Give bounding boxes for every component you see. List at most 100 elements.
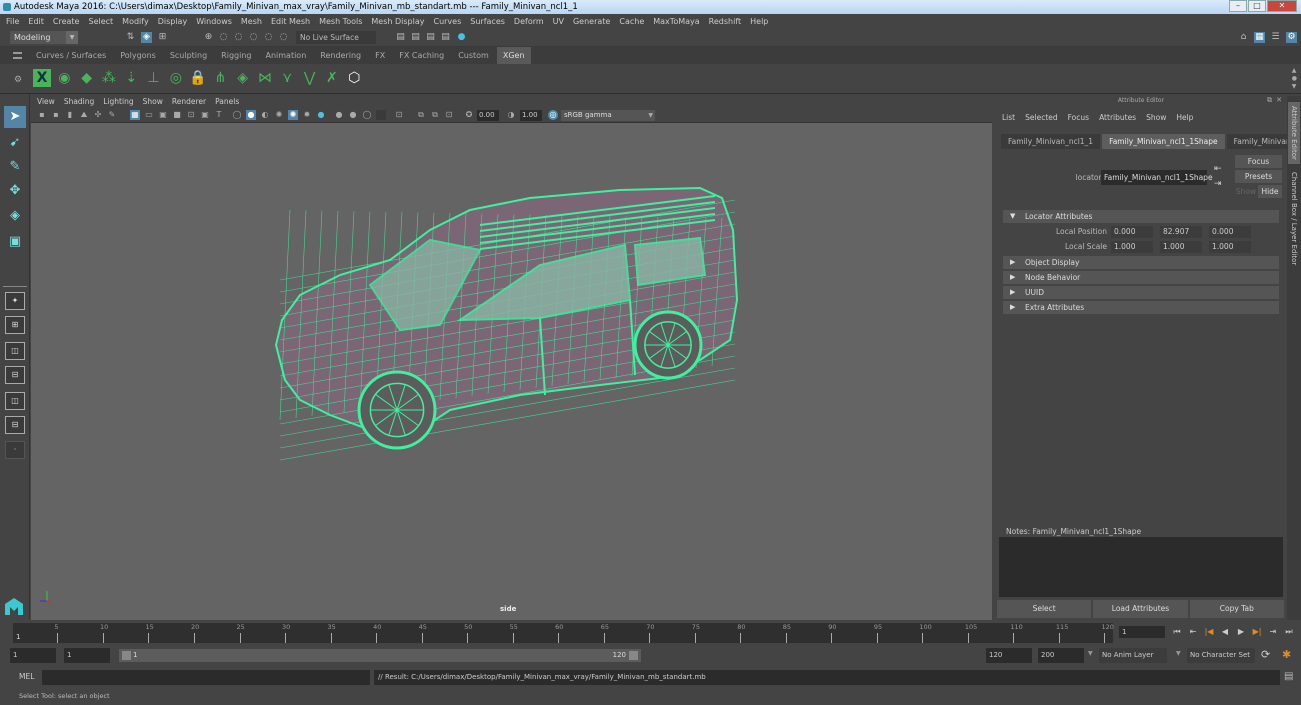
range-start-handle[interactable] <box>122 651 131 660</box>
panel-menu-lighting[interactable]: Lighting <box>103 96 133 108</box>
section-object-display[interactable]: ▶ Object Display <box>1003 256 1279 269</box>
shelf-tab-fx-caching[interactable]: FX Caching <box>393 47 450 64</box>
gamma-field[interactable]: 1.00 <box>520 110 542 121</box>
script-editor-icon[interactable]: ▤ <box>1284 671 1293 682</box>
select-by-hierarchy-icon[interactable]: ⇅ <box>125 32 136 43</box>
use-default-material-icon[interactable]: ◐ <box>260 110 270 120</box>
menu-modify[interactable]: Modify <box>122 14 149 29</box>
use-all-lights-icon[interactable]: ✹ <box>302 110 312 120</box>
toggle-modeling-toolkit-icon[interactable]: ▦ <box>1254 32 1265 43</box>
menu-file[interactable]: File <box>6 14 19 29</box>
maximize-button[interactable]: □ <box>1248 0 1266 12</box>
menu-redshift[interactable]: Redshift <box>709 14 741 29</box>
xgen-hide-icon[interactable]: ◆ <box>78 69 96 87</box>
menu-edit[interactable]: Edit <box>28 14 44 29</box>
motion-blur-icon[interactable]: ● <box>348 110 358 120</box>
scale-tool-icon[interactable]: ▣ <box>4 231 26 253</box>
film-gate-icon[interactable]: ▭ <box>144 110 154 120</box>
field-chart-icon[interactable]: ⊡ <box>186 110 196 120</box>
ae-menu-help[interactable]: Help <box>1176 112 1193 124</box>
toggle-attribute-editor-icon[interactable]: ⚙ <box>1286 32 1297 43</box>
xgen-sculpt-guides-icon[interactable]: ⇣ <box>122 69 140 87</box>
xgen-add-guides-icon[interactable]: ⁂ <box>100 69 118 87</box>
menu-curves[interactable]: Curves <box>433 14 461 29</box>
camera-attributes-icon[interactable]: ▪ <box>51 110 61 120</box>
menu-deform[interactable]: Deform <box>514 14 544 29</box>
play-forwards-button[interactable]: ▶ <box>1235 625 1247 639</box>
section-node-behavior[interactable]: ▶ Node Behavior <box>1003 271 1279 284</box>
xgen-rebuild-icon[interactable]: ⋈ <box>256 69 274 87</box>
depth-of-field-icon[interactable] <box>376 110 386 120</box>
section-extra-attributes[interactable]: ▶ Extra Attributes <box>1003 301 1279 314</box>
node-name-field[interactable]: Family_Minivan_ncl1_1Shape <box>1101 170 1213 185</box>
go-to-output-icon[interactable]: ⇥ <box>1214 179 1222 189</box>
menu-surfaces[interactable]: Surfaces <box>470 14 505 29</box>
select-tool-icon[interactable]: ➤ <box>4 106 26 128</box>
two-pane-side-layout-icon[interactable]: ◫ <box>5 342 25 360</box>
render-settings-icon[interactable]: ▤ <box>440 32 451 43</box>
xgen-layer-icon[interactable]: ◈ <box>234 69 252 87</box>
focus-button[interactable]: Focus <box>1235 155 1282 168</box>
time-slider-track[interactable]: 1 5 10 15 20 25 30 35 40 45 50 55 60 65 70 75 80 85 90 95 1… <box>13 623 1114 643</box>
step-back-key-button[interactable]: ⇤ <box>1187 625 1199 639</box>
notes-textarea[interactable] <box>999 537 1283 597</box>
xgen-preview-icon[interactable]: ◉ <box>55 69 73 87</box>
xgen-delete-guide-icon[interactable]: ✗ <box>323 69 341 87</box>
anim-layer-dropdown[interactable]: No Anim Layer <box>1099 648 1167 663</box>
animation-end-field[interactable]: 200 <box>1038 648 1084 663</box>
menu-generate[interactable]: Generate <box>573 14 610 29</box>
snap-curve-icon[interactable]: ◌ <box>218 32 229 43</box>
minivan-wireframe[interactable] <box>31 123 992 620</box>
local-position-x[interactable]: 0.000 <box>1111 226 1153 238</box>
shelf-tab-rendering[interactable]: Rendering <box>314 47 367 64</box>
chevron-down-icon[interactable]: ▼ <box>1176 650 1181 657</box>
local-position-z[interactable]: 0.000 <box>1209 226 1251 238</box>
menu-create[interactable]: Create <box>53 14 80 29</box>
shelf-tab-xgen[interactable]: XGen <box>496 47 531 64</box>
gamma-icon[interactable]: ◑ <box>506 110 516 120</box>
range-end-handle[interactable] <box>629 651 638 660</box>
go-to-start-button[interactable]: ⏮ <box>1171 625 1183 639</box>
menu-mesh[interactable]: Mesh <box>241 14 262 29</box>
close-panel-icon[interactable]: ✕ <box>1276 96 1282 104</box>
ae-tab-family-minivan-ncl1-1shape[interactable]: Family_Minivan_ncl1_1Shape <box>1102 134 1225 149</box>
xgen-igs-icon[interactable]: ⬡ <box>345 69 363 87</box>
sculpt-tool-settings-icon[interactable]: ⌂ <box>1238 32 1249 43</box>
panel-menu-view[interactable]: View <box>37 96 55 108</box>
toggle-channel-box-icon[interactable]: ☰ <box>1270 32 1281 43</box>
hide-button[interactable]: Hide <box>1258 185 1282 198</box>
presets-button[interactable]: Presets <box>1235 170 1282 183</box>
panel-menu-panels[interactable]: Panels <box>215 96 239 108</box>
animation-start-field[interactable]: 1 <box>10 648 56 663</box>
custom-layout-icon[interactable]: · <box>5 441 25 459</box>
backface-culling-icon[interactable]: ⊡ <box>444 110 454 120</box>
ae-menu-selected[interactable]: Selected <box>1025 112 1058 124</box>
step-forward-key-button[interactable]: ⇥ <box>1267 625 1279 639</box>
local-scale-x[interactable]: 1.000 <box>1111 241 1153 253</box>
xray-icon[interactable]: ✺ <box>288 110 298 120</box>
section-locator-attributes[interactable]: ▼ Locator Attributes <box>1003 210 1279 223</box>
2d-pan-zoom-icon[interactable]: ✣ <box>93 110 103 120</box>
anti-aliasing-icon[interactable]: ◯ <box>362 110 372 120</box>
graph-editor-layout-icon[interactable]: ⊟ <box>5 416 25 434</box>
shelf-tab-custom[interactable]: Custom <box>452 47 495 64</box>
wireframe-icon[interactable]: ◯ <box>232 110 242 120</box>
snap-point-icon[interactable]: ◌ <box>233 32 244 43</box>
select-camera-icon[interactable]: ▪ <box>37 110 47 120</box>
menu-display[interactable]: Display <box>158 14 188 29</box>
panel-menu-renderer[interactable]: Renderer <box>172 96 206 108</box>
screen-space-ao-icon[interactable]: ● <box>334 110 344 120</box>
local-scale-y[interactable]: 1.000 <box>1160 241 1202 253</box>
safe-action-icon[interactable]: ▣ <box>200 110 210 120</box>
tab-channel-box-layer-editor[interactable]: Channel Box / Layer Editor <box>1288 172 1300 266</box>
move-tool-icon[interactable]: ✥ <box>4 180 26 202</box>
exposure-field[interactable]: 0.00 <box>477 110 499 121</box>
select-button[interactable]: Select <box>997 600 1092 618</box>
shelf-tab-animation[interactable]: Animation <box>259 47 312 64</box>
menu-uv[interactable]: UV <box>553 14 564 29</box>
select-by-object-icon[interactable]: ◈ <box>141 32 152 43</box>
ae-menu-attributes[interactable]: Attributes <box>1099 112 1136 124</box>
auto-key-icon[interactable]: ⟳ <box>1261 648 1270 661</box>
animation-preferences-icon[interactable]: ✱ <box>1282 648 1291 661</box>
command-input[interactable] <box>42 670 370 685</box>
